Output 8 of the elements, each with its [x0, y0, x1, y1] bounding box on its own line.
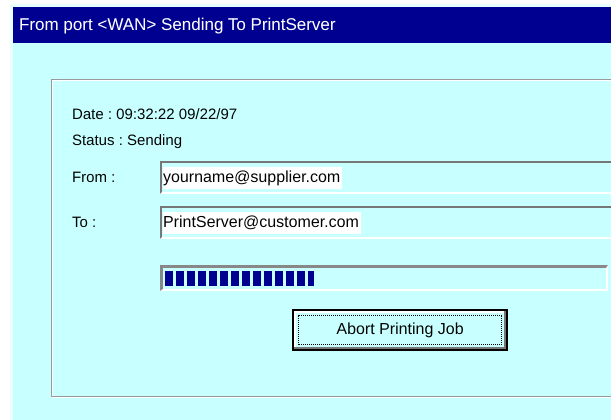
- input-field[interactable]: yourname@supplier.com: [160, 161, 611, 194]
- info-text: Date : 09:32:22 09/22/97: [72, 106, 238, 123]
- field-label: To :: [72, 214, 98, 231]
- window-title: From port <WAN> Sending To PrintServer: [13, 7, 611, 43]
- input-field[interactable]: PrintServer@customer.com: [160, 206, 611, 239]
- abort-button[interactable]: Abort Printing Job: [292, 309, 508, 351]
- field-label: From :: [72, 169, 116, 186]
- info-text: Status : Sending: [72, 132, 184, 149]
